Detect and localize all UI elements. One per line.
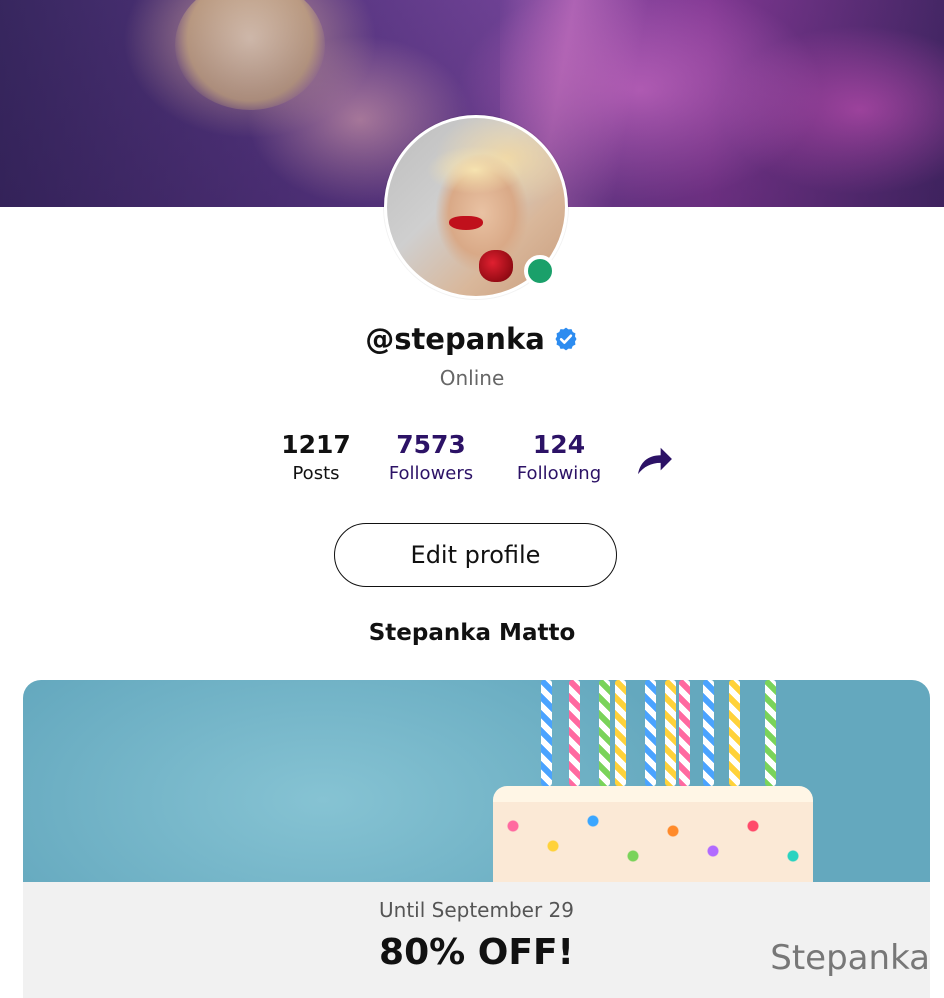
- promo-card[interactable]: Until September 29 80% OFF! Stepanka: [23, 680, 930, 998]
- birthday-cake-image: [493, 786, 813, 882]
- profile-handle: @stepanka: [365, 322, 545, 356]
- online-status-icon: [524, 255, 556, 287]
- stat-followers[interactable]: 7573 Followers: [380, 430, 482, 484]
- display-name: Stepanka Matto: [368, 620, 576, 646]
- verified-check-icon: [555, 327, 577, 351]
- stat-following[interactable]: 124 Following: [508, 430, 610, 484]
- followers-label: Followers: [388, 463, 474, 484]
- watermark-text: Stepanka: [770, 938, 930, 978]
- following-count: 124: [532, 430, 586, 459]
- promo-banner-image: [23, 680, 930, 882]
- followers-count: 7573: [396, 430, 466, 459]
- posts-count: 1217: [281, 430, 351, 459]
- share-arrow-icon[interactable]: [636, 444, 674, 476]
- profile-handle-row: @stepanka: [0, 322, 944, 356]
- online-status-text: Online: [439, 366, 505, 390]
- promo-text-area: Until September 29 80% OFF! Stepanka: [23, 882, 930, 998]
- stat-posts[interactable]: 1217 Posts: [270, 430, 362, 484]
- posts-label: Posts: [292, 463, 340, 484]
- edit-profile-button[interactable]: Edit profile: [334, 523, 617, 587]
- promo-until-text: Until September 29: [379, 898, 574, 922]
- following-label: Following: [516, 463, 602, 484]
